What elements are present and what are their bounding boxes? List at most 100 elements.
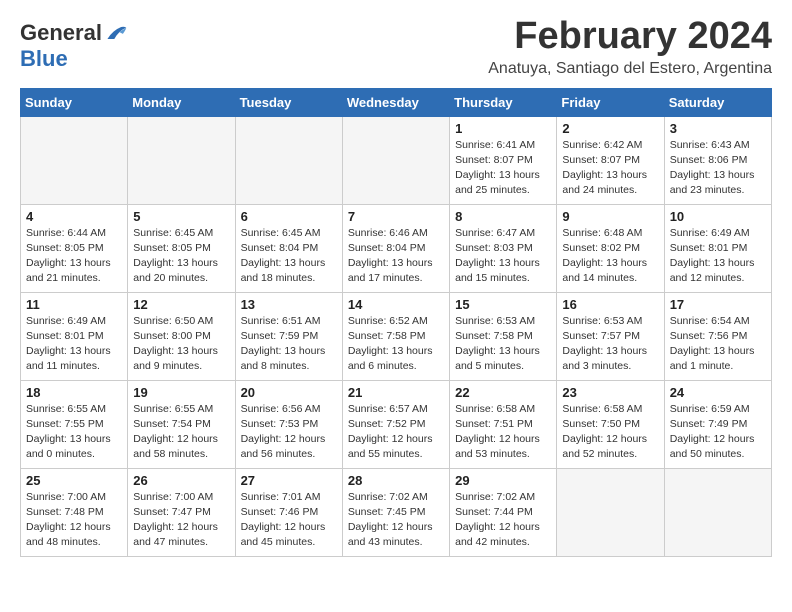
calendar-cell (21, 116, 128, 204)
day-number: 1 (455, 121, 551, 136)
day-number: 10 (670, 209, 766, 224)
day-number: 22 (455, 385, 551, 400)
calendar-cell: 24 Sunrise: 6:59 AMSunset: 7:49 PMDayligh… (664, 380, 771, 468)
day-number: 18 (26, 385, 122, 400)
day-info: Sunrise: 6:46 AMSunset: 8:04 PMDaylight:… (348, 226, 444, 287)
calendar-cell: 21 Sunrise: 6:57 AMSunset: 7:52 PMDayligh… (342, 380, 449, 468)
calendar-cell: 25 Sunrise: 7:00 AMSunset: 7:48 PMDayligh… (21, 468, 128, 556)
day-info: Sunrise: 6:53 AMSunset: 7:57 PMDaylight:… (562, 314, 658, 375)
day-info: Sunrise: 6:41 AMSunset: 8:07 PMDaylight:… (455, 138, 551, 199)
weekday-header-thursday: Thursday (450, 88, 557, 116)
day-number: 16 (562, 297, 658, 312)
day-number: 15 (455, 297, 551, 312)
day-number: 13 (241, 297, 337, 312)
calendar-cell: 11 Sunrise: 6:49 AMSunset: 8:01 PMDayligh… (21, 292, 128, 380)
calendar-cell: 7Sunrise: 6:46 AMSunset: 8:04 PMDaylight… (342, 204, 449, 292)
day-info: Sunrise: 6:57 AMSunset: 7:52 PMDaylight:… (348, 402, 444, 463)
weekday-header-sunday: Sunday (21, 88, 128, 116)
calendar-week-row: 4 Sunrise: 6:44 AMSunset: 8:05 PMDaylight… (21, 204, 772, 292)
calendar-cell (342, 116, 449, 204)
day-info: Sunrise: 6:45 AMSunset: 8:05 PMDaylight:… (133, 226, 229, 287)
calendar-cell: 23 Sunrise: 6:58 AMSunset: 7:50 PMDayligh… (557, 380, 664, 468)
calendar-cell: 4 Sunrise: 6:44 AMSunset: 8:05 PMDaylight… (21, 204, 128, 292)
calendar-cell: 29Sunrise: 7:02 AMSunset: 7:44 PMDayligh… (450, 468, 557, 556)
page-header: General Blue February 2024 Anatuya, Sant… (20, 16, 772, 78)
weekday-header-monday: Monday (128, 88, 235, 116)
day-number: 26 (133, 473, 229, 488)
day-info: Sunrise: 6:53 AMSunset: 7:58 PMDaylight:… (455, 314, 551, 375)
day-number: 29 (455, 473, 551, 488)
day-number: 20 (241, 385, 337, 400)
day-number: 9 (562, 209, 658, 224)
day-number: 4 (26, 209, 122, 224)
day-info: Sunrise: 7:02 AMSunset: 7:45 PMDaylight:… (348, 490, 444, 551)
weekday-header-friday: Friday (557, 88, 664, 116)
day-number: 17 (670, 297, 766, 312)
calendar-cell (557, 468, 664, 556)
calendar-cell (235, 116, 342, 204)
calendar-week-row: 25 Sunrise: 7:00 AMSunset: 7:48 PMDayligh… (21, 468, 772, 556)
calendar-cell: 10Sunrise: 6:49 AMSunset: 8:01 PMDayligh… (664, 204, 771, 292)
calendar-cell: 13Sunrise: 6:51 AMSunset: 7:59 PMDayligh… (235, 292, 342, 380)
calendar-cell: 12 Sunrise: 6:50 AMSunset: 8:00 PMDayligh… (128, 292, 235, 380)
logo: General Blue (20, 20, 128, 72)
weekday-header-tuesday: Tuesday (235, 88, 342, 116)
calendar-week-row: 18 Sunrise: 6:55 AMSunset: 7:55 PMDayligh… (21, 380, 772, 468)
day-info: Sunrise: 6:55 AMSunset: 7:55 PMDaylight:… (26, 402, 122, 463)
day-number: 2 (562, 121, 658, 136)
day-info: Sunrise: 6:44 AMSunset: 8:05 PMDaylight:… (26, 226, 122, 287)
calendar-cell: 22Sunrise: 6:58 AMSunset: 7:51 PMDayligh… (450, 380, 557, 468)
day-info: Sunrise: 6:58 AMSunset: 7:50 PMDaylight:… (562, 402, 658, 463)
calendar-cell (664, 468, 771, 556)
calendar-cell: 6 Sunrise: 6:45 AMSunset: 8:04 PMDaylight… (235, 204, 342, 292)
location-title: Anatuya, Santiago del Estero, Argentina (488, 60, 772, 78)
day-info: Sunrise: 6:52 AMSunset: 7:58 PMDaylight:… (348, 314, 444, 375)
month-title: February 2024 (488, 16, 772, 58)
calendar-cell: 2 Sunrise: 6:42 AMSunset: 8:07 PMDaylight… (557, 116, 664, 204)
calendar-week-row: 11 Sunrise: 6:49 AMSunset: 8:01 PMDayligh… (21, 292, 772, 380)
day-number: 27 (241, 473, 337, 488)
day-info: Sunrise: 6:50 AMSunset: 8:00 PMDaylight:… (133, 314, 229, 375)
day-number: 3 (670, 121, 766, 136)
day-number: 11 (26, 297, 122, 312)
weekday-header-saturday: Saturday (664, 88, 771, 116)
logo-blue-text: Blue (20, 46, 68, 72)
calendar-cell: 26 Sunrise: 7:00 AMSunset: 7:47 PMDayligh… (128, 468, 235, 556)
logo-general-text: General (20, 20, 102, 46)
day-number: 23 (562, 385, 658, 400)
calendar-table: SundayMondayTuesdayWednesdayThursdayFrid… (20, 88, 772, 557)
day-info: Sunrise: 6:43 AMSunset: 8:06 PMDaylight:… (670, 138, 766, 199)
calendar-cell: 17 Sunrise: 6:54 AMSunset: 7:56 PMDayligh… (664, 292, 771, 380)
calendar-cell: 18 Sunrise: 6:55 AMSunset: 7:55 PMDayligh… (21, 380, 128, 468)
day-info: Sunrise: 6:45 AMSunset: 8:04 PMDaylight:… (241, 226, 337, 287)
calendar-cell: 16 Sunrise: 6:53 AMSunset: 7:57 PMDayligh… (557, 292, 664, 380)
day-info: Sunrise: 6:48 AMSunset: 8:02 PMDaylight:… (562, 226, 658, 287)
calendar-cell: 19Sunrise: 6:55 AMSunset: 7:54 PMDayligh… (128, 380, 235, 468)
calendar-cell: 3 Sunrise: 6:43 AMSunset: 8:06 PMDaylight… (664, 116, 771, 204)
calendar-cell: 20 Sunrise: 6:56 AMSunset: 7:53 PMDayligh… (235, 380, 342, 468)
day-info: Sunrise: 6:49 AMSunset: 8:01 PMDaylight:… (26, 314, 122, 375)
day-number: 21 (348, 385, 444, 400)
weekday-header-wednesday: Wednesday (342, 88, 449, 116)
day-info: Sunrise: 6:59 AMSunset: 7:49 PMDaylight:… (670, 402, 766, 463)
calendar-cell: 28 Sunrise: 7:02 AMSunset: 7:45 PMDayligh… (342, 468, 449, 556)
calendar-cell: 14 Sunrise: 6:52 AMSunset: 7:58 PMDayligh… (342, 292, 449, 380)
day-info: Sunrise: 6:56 AMSunset: 7:53 PMDaylight:… (241, 402, 337, 463)
day-info: Sunrise: 6:54 AMSunset: 7:56 PMDaylight:… (670, 314, 766, 375)
day-info: Sunrise: 7:01 AMSunset: 7:46 PMDaylight:… (241, 490, 337, 551)
logo-bird-icon (104, 23, 128, 43)
day-number: 25 (26, 473, 122, 488)
day-number: 5 (133, 209, 229, 224)
calendar-cell: 1 Sunrise: 6:41 AMSunset: 8:07 PMDaylight… (450, 116, 557, 204)
day-info: Sunrise: 6:42 AMSunset: 8:07 PMDaylight:… (562, 138, 658, 199)
calendar-cell: 15 Sunrise: 6:53 AMSunset: 7:58 PMDayligh… (450, 292, 557, 380)
day-number: 14 (348, 297, 444, 312)
weekday-header-row: SundayMondayTuesdayWednesdayThursdayFrid… (21, 88, 772, 116)
day-number: 24 (670, 385, 766, 400)
day-info: Sunrise: 7:00 AMSunset: 7:48 PMDaylight:… (26, 490, 122, 551)
day-number: 6 (241, 209, 337, 224)
day-info: Sunrise: 7:00 AMSunset: 7:47 PMDaylight:… (133, 490, 229, 551)
day-number: 12 (133, 297, 229, 312)
calendar-cell (128, 116, 235, 204)
day-number: 28 (348, 473, 444, 488)
